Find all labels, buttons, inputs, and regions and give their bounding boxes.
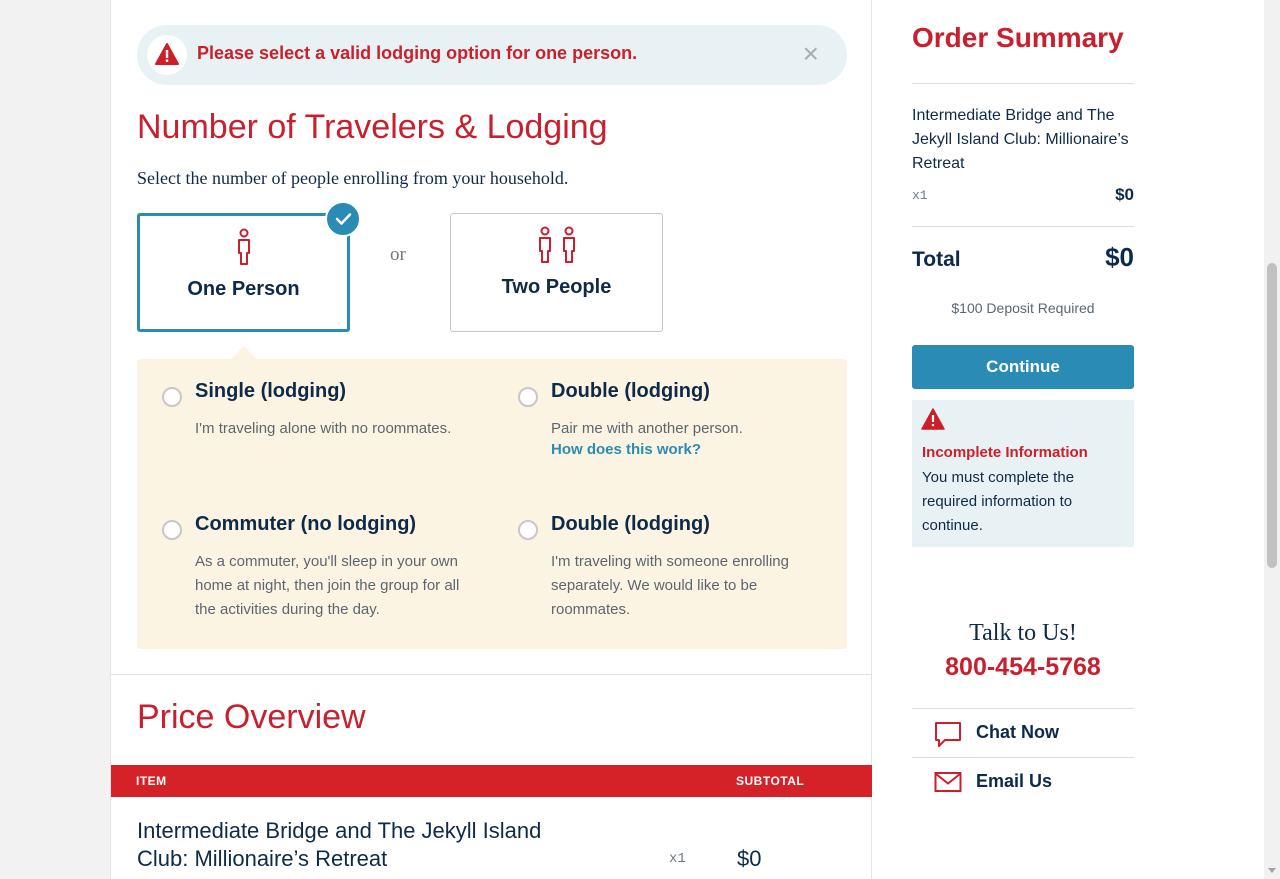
scroll-down-icon[interactable] <box>1268 868 1276 873</box>
lodging-option-desc: I'm traveling alone with no roommates. <box>195 420 452 437</box>
order-item-qty: x1 <box>912 188 928 203</box>
divider <box>912 83 1134 84</box>
deposit-note: $100 Deposit Required <box>951 300 1095 316</box>
error-alert: Please select a valid lodging option for… <box>137 25 847 85</box>
lodging-options-panel: Single (lodging) I'm traveling alone wit… <box>137 359 847 649</box>
divider <box>912 226 1134 227</box>
one-person-label: One Person <box>187 278 300 300</box>
chat-bubble-icon <box>934 721 962 754</box>
table-row-item: Intermediate Bridge and The Jekyll Islan… <box>137 818 542 871</box>
how-does-this-work-link[interactable]: How does this work? <box>551 441 701 458</box>
price-table-header: ITEM SUBTOTAL <box>111 765 872 797</box>
table-row-subtotal: $0 <box>737 846 762 871</box>
close-icon[interactable]: × <box>803 40 819 68</box>
order-item-price: $0 <box>1115 185 1134 204</box>
two-people-option[interactable]: Two People <box>450 213 663 332</box>
order-summary-sidebar: Order Summary Intermediate Bridge and Th… <box>872 0 1264 879</box>
lodging-option-title: Commuter (no lodging) <box>195 513 417 535</box>
one-person-option[interactable]: One Person <box>137 213 350 332</box>
lodging-option-title: Double (lodging) <box>551 513 710 535</box>
lodging-option-desc: Pair me with another person. <box>551 420 743 437</box>
chat-now-label: Chat Now <box>976 722 1059 742</box>
email-us-link[interactable]: Email Us <box>912 757 1134 806</box>
phone-number[interactable]: 800-454-5768 <box>912 653 1134 682</box>
warning-title: Incomplete Information <box>922 444 1088 461</box>
email-us-label: Email Us <box>976 771 1053 791</box>
warning-text: You must complete the required informati… <box>922 469 1075 534</box>
panel-pointer <box>231 346 257 359</box>
total-label: Total <box>912 248 961 271</box>
talk-to-us-heading: Talk to Us! <box>969 620 1077 646</box>
chat-now-link[interactable]: Chat Now <box>912 708 1134 757</box>
double-paired-radio[interactable] <box>518 387 538 407</box>
scrollbar[interactable] <box>1264 0 1280 879</box>
warning-icon <box>147 35 187 75</box>
lodging-option-desc: I'm traveling with someone enrolling sep… <box>551 553 789 618</box>
price-overview-heading: Price Overview <box>137 698 366 736</box>
warning-icon <box>921 408 945 435</box>
two-people-icon <box>451 226 662 271</box>
order-summary-title: Order Summary <box>912 22 1124 53</box>
lodging-option-title: Double (lodging) <box>551 380 710 402</box>
double-roommate-radio[interactable] <box>518 520 538 540</box>
column-item: ITEM <box>136 774 167 788</box>
incomplete-info-box: Incomplete Information You must complete… <box>912 400 1134 547</box>
scrollbar-thumb[interactable] <box>1267 263 1277 568</box>
person-icon <box>140 228 347 273</box>
travelers-subtext: Select the number of people enrolling fr… <box>137 168 569 188</box>
two-people-label: Two People <box>501 276 612 298</box>
travelers-heading: Number of Travelers & Lodging <box>137 108 608 146</box>
column-subtotal: SUBTOTAL <box>736 774 805 788</box>
commuter-radio[interactable] <box>162 520 182 540</box>
alert-message: Please select a valid lodging option for… <box>197 43 638 63</box>
order-item-name: Intermediate Bridge and The Jekyll Islan… <box>912 107 1129 172</box>
lodging-option-desc: As a commuter, you'll sleep in your own … <box>195 553 460 618</box>
envelope-icon <box>934 770 962 799</box>
continue-button[interactable]: Continue <box>912 345 1134 389</box>
single-radio[interactable] <box>162 387 182 407</box>
page: Please select a valid lodging option for… <box>0 0 1280 879</box>
or-separator: or <box>390 244 406 265</box>
lodging-option-title: Single (lodging) <box>195 380 347 402</box>
table-row-qty: x1 <box>669 851 686 867</box>
main-content: Please select a valid lodging option for… <box>110 0 872 879</box>
total-value: $0 <box>1105 242 1134 272</box>
check-icon <box>325 201 361 237</box>
section-divider <box>111 674 871 675</box>
